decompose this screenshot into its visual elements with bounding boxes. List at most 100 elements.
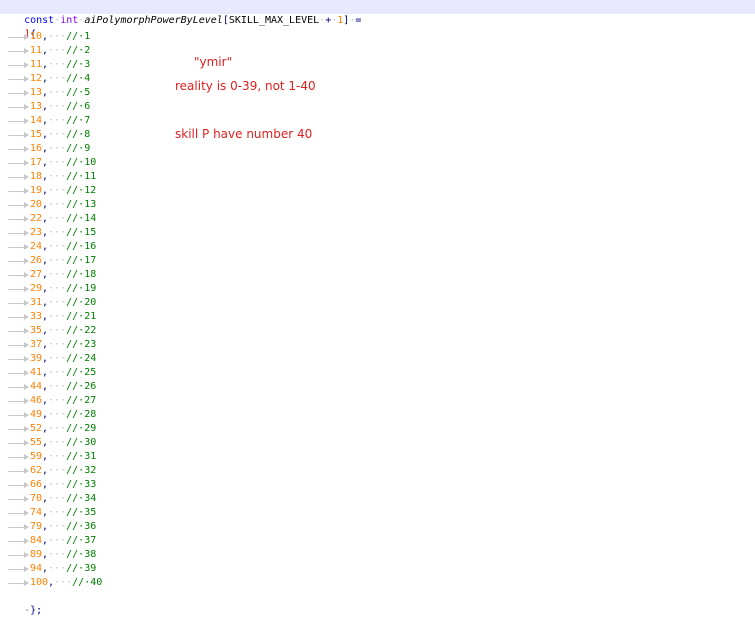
entry-value: 20 (30, 199, 43, 210)
tab-arrow-icon (0, 184, 30, 198)
entry-value: 44 (30, 381, 43, 392)
entry-value: 89 (30, 549, 43, 560)
entry-value: 37 (30, 339, 43, 350)
entry-value: 24 (30, 241, 43, 252)
tab-arrow-icon (0, 534, 30, 548)
array-entry-line: 13,···//·6 (0, 100, 755, 114)
entry-level-comment: 2 (84, 45, 91, 56)
entry-value: 59 (30, 451, 43, 462)
entry-level-comment: 7 (84, 115, 91, 126)
entry-level-comment: 22 (84, 325, 97, 336)
array-entry-line: 20,···//·13 (0, 198, 755, 212)
entry-value: 22 (30, 213, 43, 224)
entry-value: 18 (30, 171, 43, 182)
entry-value: 15 (30, 129, 43, 140)
tab-arrow-icon (0, 450, 30, 464)
array-entry-line: 15,···//·8 (0, 128, 755, 142)
entry-level-comment: 27 (84, 395, 97, 406)
entry-value: 17 (30, 157, 43, 168)
entry-value: 55 (30, 437, 43, 448)
entry-level-comment: 32 (84, 465, 97, 476)
entry-level-comment: 12 (84, 185, 97, 196)
entry-value: 26 (30, 255, 43, 266)
entry-value: 52 (30, 423, 43, 434)
code-line-close-brace: -}; (0, 590, 755, 616)
tab-arrow-icon (0, 506, 30, 520)
entry-level-comment: 14 (84, 213, 97, 224)
entry-value: 94 (30, 563, 43, 574)
tab-arrow-icon (0, 520, 30, 534)
array-entry-line: 41,···//·25 (0, 366, 755, 380)
array-entry-line: 89,···//·38 (0, 548, 755, 562)
array-entry-line: 17,···//·10 (0, 156, 755, 170)
array-entry-line: 26,···//·17 (0, 254, 755, 268)
annotation-index-range: reality is 0-39, not 1-40 (175, 79, 316, 93)
array-entry-line: 37,···//·23 (0, 338, 755, 352)
array-entry-line: 10,···//·1 (0, 30, 755, 44)
array-entry-line: 55,···//·30 (0, 436, 755, 450)
code-editor[interactable]: const·int·aiPolymorphPowerByLevel[SKILL_… (0, 0, 755, 616)
array-entry-line: 27,···//·18 (0, 268, 755, 282)
array-entry-line: 100,···//·40 (0, 576, 755, 590)
entry-value: 11 (30, 45, 43, 56)
tab-arrow-icon (0, 282, 30, 296)
annotation-ymir: "ymir" (194, 55, 233, 69)
array-entry-line: 13,···//·5 (0, 86, 755, 100)
annotation-skill-number: skill P have number 40 (175, 127, 313, 141)
array-entry-line: 46,···//·27 (0, 394, 755, 408)
entry-level-comment: 4 (84, 73, 91, 84)
entry-value: 14 (30, 115, 43, 126)
array-entry-line: 19,···//·12 (0, 184, 755, 198)
entry-level-comment: 23 (84, 339, 97, 350)
tab-arrow-icon (0, 380, 30, 394)
entry-value: 13 (30, 101, 43, 112)
array-entry-line: 52,···//·29 (0, 422, 755, 436)
tab-arrow-icon (0, 296, 30, 310)
entry-value: 46 (30, 395, 43, 406)
tab-arrow-icon (0, 254, 30, 268)
array-entry-line: 22,···//·14 (0, 212, 755, 226)
tab-arrow-icon (0, 30, 30, 44)
array-entry-line: 14,···//·7 (0, 114, 755, 128)
entry-value: 19 (30, 185, 43, 196)
entry-level-comment: 35 (84, 507, 97, 518)
entry-level-comment: 6 (84, 101, 91, 112)
array-entry-line: 79,···//·36 (0, 520, 755, 534)
entry-value: 70 (30, 493, 43, 504)
tab-arrow-icon (0, 310, 30, 324)
tab-arrow-icon (0, 72, 30, 86)
entry-value: 31 (30, 297, 43, 308)
entry-value: 79 (30, 521, 43, 532)
entry-value: 62 (30, 465, 43, 476)
code-line-open-brace: ]{ (0, 14, 755, 40)
code-line-declaration: const·int·aiPolymorphPowerByLevel[SKILL_… (0, 0, 755, 26)
entry-level-comment: 3 (84, 59, 91, 70)
array-entry-line: 33,···//·21 (0, 310, 755, 324)
array-entry-line: 16,···//·9 (0, 142, 755, 156)
entry-level-comment: 40 (90, 577, 103, 588)
entry-value: 100 (30, 577, 49, 588)
tab-arrow-icon (0, 366, 30, 380)
tab-arrow-icon (0, 170, 30, 184)
entry-level-comment: 1 (84, 31, 91, 42)
entry-level-comment: 30 (84, 437, 97, 448)
entry-level-comment: 26 (84, 381, 97, 392)
tab-arrow-icon (0, 86, 30, 100)
entry-value: 49 (30, 409, 43, 420)
array-entry-line: 12,···//·4 (0, 72, 755, 86)
entry-level-comment: 37 (84, 535, 97, 546)
array-entry-line: 39,···//·24 (0, 352, 755, 366)
entry-level-comment: 15 (84, 227, 97, 238)
entry-level-comment: 10 (84, 157, 97, 168)
entry-level-comment: 21 (84, 311, 97, 322)
entry-level-comment: 9 (84, 143, 91, 154)
tab-arrow-icon (0, 492, 30, 506)
array-entry-line: 11,···//·2 (0, 44, 755, 58)
entry-value: 84 (30, 535, 43, 546)
tab-arrow-icon (0, 576, 30, 590)
entry-value: 23 (30, 227, 43, 238)
entry-level-comment: 25 (84, 367, 97, 378)
array-entry-line: 84,···//·37 (0, 534, 755, 548)
array-entry-line: 35,···//·22 (0, 324, 755, 338)
array-entry-line: 74,···//·35 (0, 506, 755, 520)
